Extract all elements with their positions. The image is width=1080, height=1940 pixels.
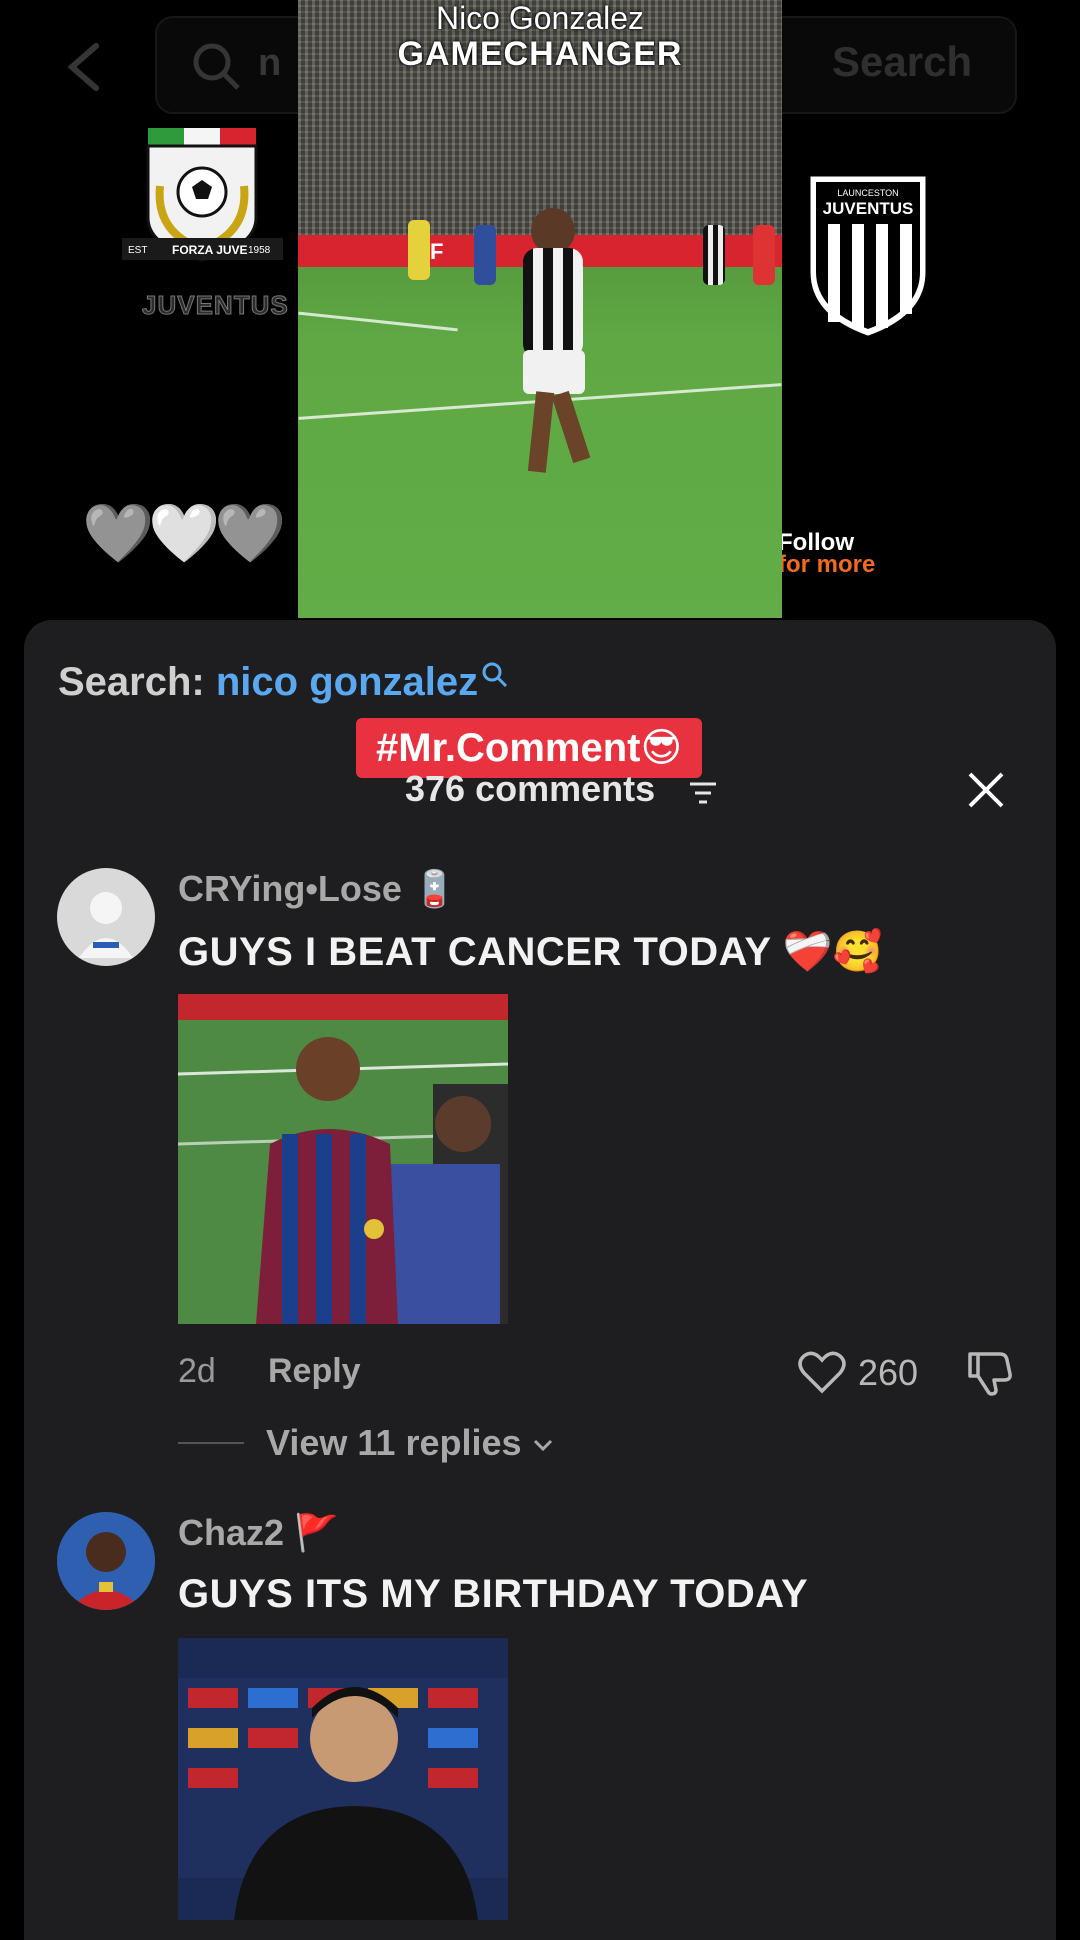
- svg-text:LAUNCESTON: LAUNCESTON: [837, 188, 898, 198]
- comment-image[interactable]: [178, 994, 508, 1324]
- like-count: 260: [858, 1352, 919, 1393]
- search-icon: [190, 40, 242, 92]
- left-club-crest: EST FORZA JUVE 1958: [120, 126, 285, 276]
- video-area[interactable]: n Search EST FORZA JUVE 1958 JUVENTUS LA…: [0, 0, 1080, 640]
- search-suggestion-query[interactable]: nico gonzalez: [216, 660, 478, 704]
- chevron-down-icon: [533, 1440, 552, 1452]
- player-jersey: [523, 248, 583, 358]
- comment-image[interactable]: [178, 1638, 508, 1920]
- search-suggestion[interactable]: Search: nico gonzalez: [58, 660, 510, 705]
- avatar[interactable]: [57, 868, 155, 966]
- follow-for-more-label: Follow for more: [778, 529, 876, 578]
- video-title: Nico Gonzalez GAMECHANGER: [397, 0, 683, 73]
- close-icon[interactable]: [964, 768, 1008, 812]
- left-crest-text: JUVENTUS: [142, 290, 289, 321]
- red-flag-icon: 🚩: [294, 1512, 339, 1553]
- search-suggestion-label: Search:: [58, 660, 205, 704]
- comment-username[interactable]: Chaz2 🚩: [178, 1512, 339, 1554]
- comment-time: 2d: [178, 1352, 216, 1390]
- search-button[interactable]: Search: [832, 38, 972, 86]
- comment-text: GUYS ITS MY BIRTHDAY TODAY: [178, 1572, 809, 1616]
- battery-low-icon: 🪫: [411, 868, 457, 909]
- comment-count: 376 comments: [405, 768, 656, 809]
- svg-text:FORZA JUVE: FORZA JUVE: [172, 243, 248, 257]
- back-arrow-icon[interactable]: [62, 40, 106, 94]
- svg-text:1958: 1958: [248, 245, 271, 256]
- svg-text:EST: EST: [128, 245, 147, 256]
- comment-username[interactable]: CRYing•Lose 🪫: [178, 868, 457, 910]
- search-query-text: n: [258, 42, 282, 84]
- comment-text: GUYS I BEAT CANCER TODAY ❤️‍🩹🥰: [178, 930, 884, 974]
- replies-divider: [178, 1442, 244, 1444]
- like-heart-icon[interactable]: [798, 1350, 846, 1394]
- ad-board-text: F: [430, 239, 446, 264]
- search-small-icon: [480, 660, 510, 690]
- avatar[interactable]: [57, 1512, 155, 1610]
- right-club-crest: LAUNCESTON JUVENTUS: [808, 176, 928, 336]
- dislike-icon[interactable]: [966, 1348, 1012, 1396]
- sort-filter-icon[interactable]: [688, 780, 718, 806]
- hearts-emoji: 🩶🤍🩶: [82, 501, 287, 566]
- svg-text:JUVENTUS: JUVENTUS: [823, 199, 914, 218]
- video-thumbnail[interactable]: [298, 0, 782, 618]
- view-replies-button[interactable]: View 11 replies: [266, 1422, 554, 1464]
- reply-button[interactable]: Reply: [268, 1352, 361, 1391]
